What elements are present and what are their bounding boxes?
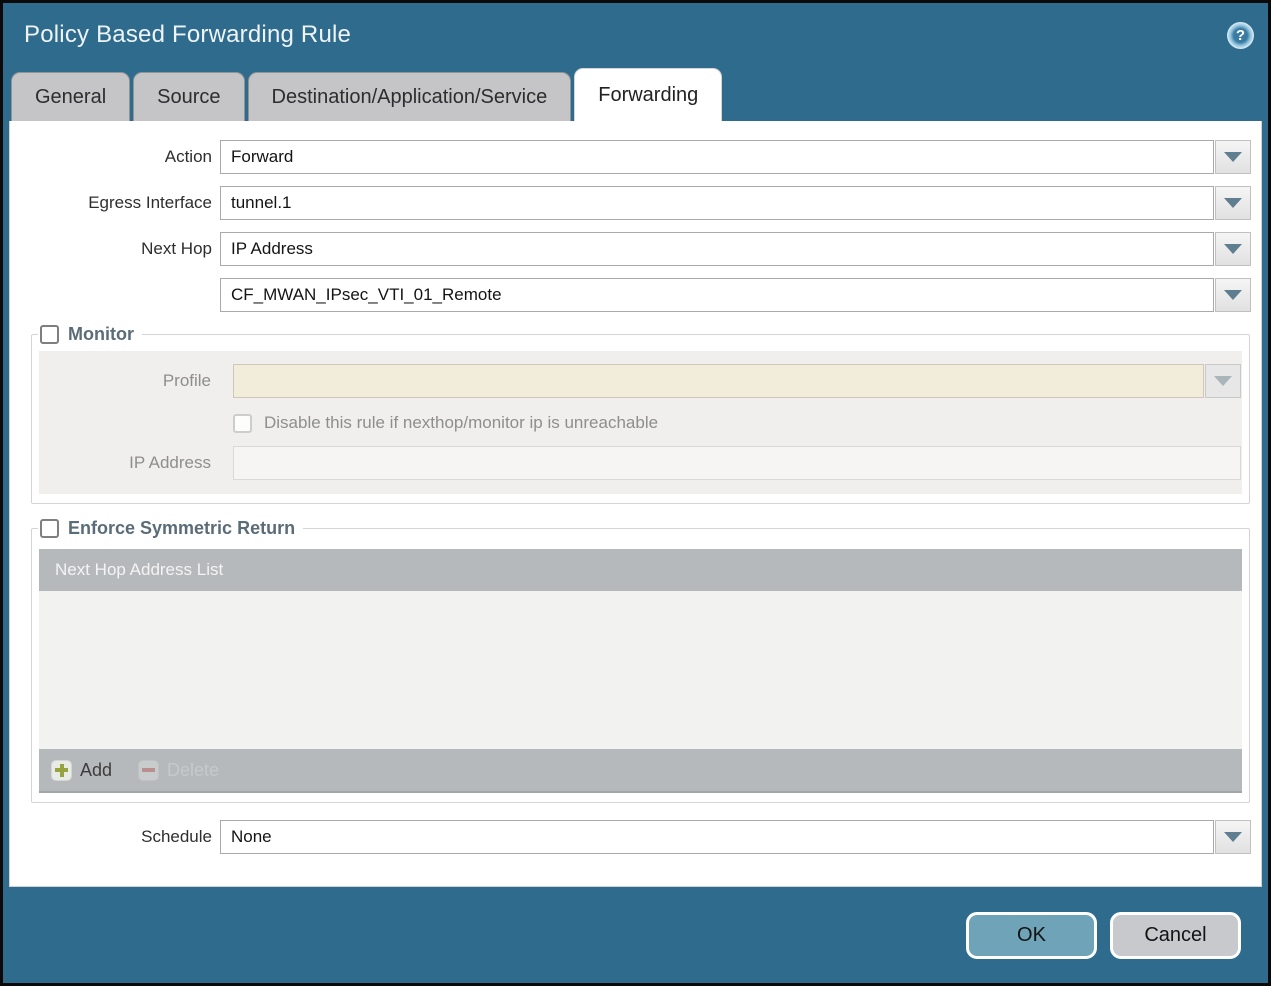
table-footer: Add Delete: [39, 749, 1242, 793]
forwarding-tab-panel: Action Forward Egress Interface tunnel.1…: [9, 121, 1262, 887]
symmetric-return-legend-label: Enforce Symmetric Return: [68, 518, 296, 538]
chevron-down-icon: [1224, 290, 1242, 300]
next-hop-address-dropdown-button[interactable]: [1215, 278, 1251, 312]
next-hop-address-table: Next Hop Address List Add Delete: [39, 549, 1242, 793]
egress-interface-row: Egress Interface tunnel.1: [10, 186, 1261, 220]
add-button-label: Add: [80, 759, 113, 780]
chevron-down-icon: [1224, 244, 1242, 254]
action-label: Action: [164, 147, 212, 166]
chevron-down-icon: [1224, 832, 1242, 842]
next-hop-address-row: CF_MWAN_IPsec_VTI_01_Remote: [10, 278, 1261, 312]
chevron-down-icon: [1224, 198, 1242, 208]
schedule-label: Schedule: [141, 827, 212, 846]
action-dropdown-button[interactable]: [1215, 140, 1251, 174]
profile-row: Profile: [39, 364, 1242, 398]
tab-general[interactable]: General: [11, 72, 131, 121]
profile-select: [233, 364, 1204, 398]
disable-rule-checkbox: [233, 413, 252, 433]
ok-button[interactable]: OK: [966, 911, 1097, 959]
add-button[interactable]: Add: [51, 759, 113, 781]
delete-button: Delete: [138, 759, 220, 781]
egress-interface-label: Egress Interface: [88, 193, 212, 212]
chevron-down-icon: [1224, 152, 1242, 162]
action-row: Action Forward: [10, 140, 1261, 174]
schedule-row: Schedule None: [10, 820, 1261, 854]
next-hop-dropdown-button[interactable]: [1215, 232, 1251, 266]
profile-dropdown-button: [1205, 364, 1241, 398]
monitor-body: Profile Disable this rule if nexthop/mon…: [39, 351, 1242, 494]
tab-bar: General Source Destination/Application/S…: [3, 67, 1268, 121]
delete-button-label: Delete: [167, 759, 220, 780]
disable-rule-row: Disable this rule if nexthop/monitor ip …: [233, 413, 1242, 433]
plus-icon: [51, 759, 72, 781]
monitor-fieldset: Monitor Profile Disable this rule if nex…: [31, 324, 1250, 504]
egress-interface-select[interactable]: tunnel.1: [220, 186, 1214, 220]
next-hop-row: Next Hop IP Address: [10, 232, 1261, 266]
dialog-title: Policy Based Forwarding Rule: [24, 21, 352, 48]
symmetric-return-fieldset: Enforce Symmetric Return Next Hop Addres…: [31, 518, 1250, 803]
egress-interface-dropdown-button[interactable]: [1215, 186, 1251, 220]
pbf-rule-dialog: Policy Based Forwarding Rule ? General S…: [0, 0, 1271, 986]
monitor-ip-address-row: IP Address: [39, 446, 1242, 480]
help-icon[interactable]: ?: [1227, 21, 1254, 49]
profile-label: Profile: [162, 371, 211, 390]
dialog-footer: OK Cancel: [3, 887, 1268, 983]
table-header-label: Next Hop Address List: [55, 560, 224, 579]
symmetric-return-legend: Enforce Symmetric Return: [38, 518, 303, 539]
disable-rule-label: Disable this rule if nexthop/monitor ip …: [264, 413, 659, 432]
table-body: [39, 591, 1242, 749]
monitor-ip-address-input: [233, 446, 1241, 480]
tab-source[interactable]: Source: [133, 72, 245, 121]
table-header: Next Hop Address List: [39, 549, 1242, 591]
action-select[interactable]: Forward: [220, 140, 1214, 174]
next-hop-label: Next Hop: [141, 239, 212, 258]
tab-forwarding[interactable]: Forwarding: [574, 68, 723, 121]
cancel-button[interactable]: Cancel: [1110, 911, 1241, 959]
schedule-select[interactable]: None: [220, 820, 1214, 854]
monitor-checkbox[interactable]: [40, 325, 59, 344]
symmetric-return-checkbox[interactable]: [40, 519, 59, 538]
next-hop-type-select[interactable]: IP Address: [220, 232, 1214, 266]
monitor-legend: Monitor: [38, 324, 142, 345]
next-hop-address-select[interactable]: CF_MWAN_IPsec_VTI_01_Remote: [220, 278, 1214, 312]
title-bar: Policy Based Forwarding Rule ?: [3, 3, 1268, 67]
schedule-dropdown-button[interactable]: [1215, 820, 1251, 854]
monitor-ip-address-label: IP Address: [129, 453, 211, 472]
monitor-legend-label: Monitor: [68, 324, 134, 344]
chevron-down-icon: [1214, 376, 1232, 386]
tab-destination-application-service[interactable]: Destination/Application/Service: [247, 72, 572, 121]
minus-icon: [138, 759, 160, 781]
